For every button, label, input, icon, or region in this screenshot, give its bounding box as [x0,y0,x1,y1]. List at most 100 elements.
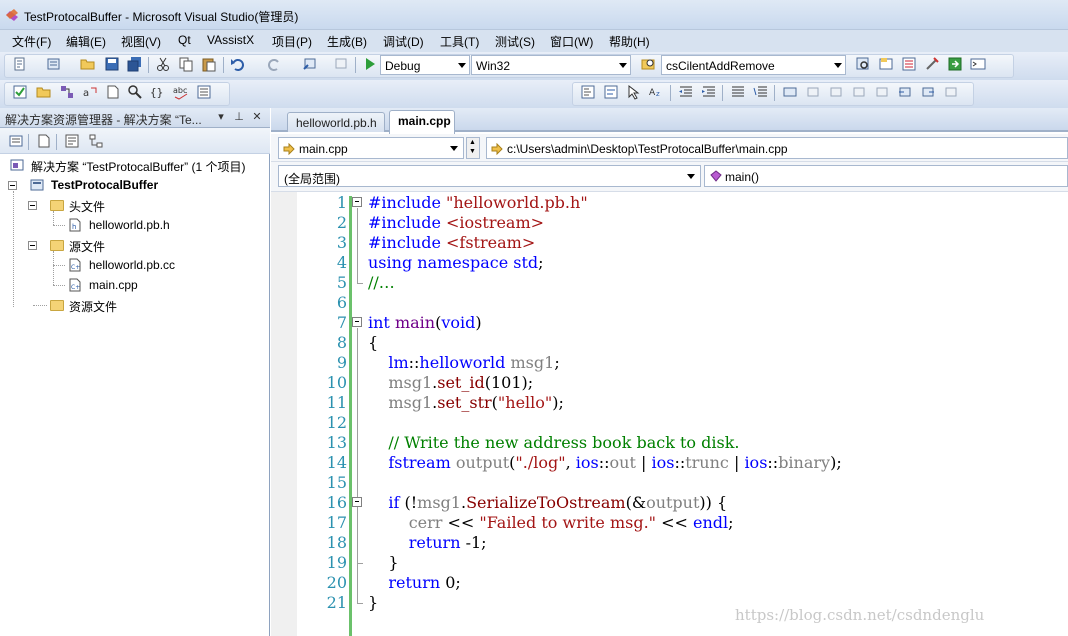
menu-view[interactable]: 视图(V) [121,33,161,50]
tree-source-folder[interactable]: 源文件 [24,236,268,254]
chevron-down-icon[interactable] [447,138,461,158]
start-debugging-icon[interactable] [362,56,378,72]
tree-file-helloworld-pb-cc[interactable]: C+ helloworld.pb.cc [68,256,268,274]
open-file-in-solution-icon[interactable] [105,84,121,100]
list-members-icon[interactable] [196,84,212,100]
find-in-files-icon[interactable] [640,56,656,72]
start-page-icon[interactable] [947,56,963,72]
menu-build[interactable]: 生成(B) [327,33,367,50]
code-area[interactable]: 1 #include "helloworld.pb.h" 2 #include <i… [271,192,1068,636]
decrease-indent-icon[interactable] [678,84,694,100]
chevron-down-icon[interactable] [616,56,630,74]
tree-file-helloworld-pb-h[interactable]: h helloworld.pb.h [68,216,268,234]
copy-icon[interactable] [178,56,194,72]
menu-vassistx[interactable]: VAssistX [207,33,254,47]
menu-help[interactable]: 帮助(H) [609,33,650,50]
spin-down-icon[interactable]: ▼ [469,148,476,155]
menu-qt[interactable]: Qt [178,33,191,47]
class-view-icon[interactable] [59,84,75,100]
navigate-back-icon[interactable] [302,56,318,72]
show-all-files-icon[interactable] [36,133,52,149]
collapse-toggle-icon[interactable] [8,181,17,190]
spell-check-icon[interactable]: abc [173,84,189,100]
open-file-icon[interactable] [80,56,96,72]
quick-info-icon[interactable] [626,84,642,100]
navigate-forward-icon[interactable] [334,56,350,72]
save-all-icon[interactable] [127,56,143,72]
spin-up-icon[interactable]: ▲ [469,139,476,146]
pin-icon[interactable]: ⊥ [232,110,246,124]
scope-combo[interactable]: (全局范围) [278,165,701,187]
find-icon[interactable] [855,56,871,72]
scope-value: (全局范围) [284,172,340,186]
add-item-icon[interactable] [46,56,62,72]
close-icon[interactable]: ✕ [250,110,264,124]
tree-resource-folder[interactable]: 资源文件 [48,296,268,314]
member-combo[interactable]: main() [704,165,1068,187]
cut-icon[interactable] [155,56,171,72]
next-bookmark-in-folder-icon[interactable] [874,84,890,100]
properties-icon[interactable] [8,133,24,149]
menu-project[interactable]: 项目(P) [272,33,312,50]
braces-icon[interactable]: {} [150,84,166,100]
find-symbol-icon[interactable] [127,84,143,100]
parameter-info-icon[interactable] [603,84,619,100]
toolbar-separator [56,134,57,150]
comment-lines-icon[interactable] [730,84,746,100]
save-icon[interactable] [104,56,120,72]
paste-icon[interactable] [201,56,217,72]
tree-project-node[interactable]: TestProtocalBuffer [4,176,268,194]
menu-test[interactable]: 测试(S) [495,33,535,50]
chevron-down-icon[interactable] [684,166,698,186]
increase-indent-icon[interactable] [701,84,717,100]
display-object-member-list-icon[interactable] [580,84,596,100]
previous-bookmark-in-folder-icon[interactable] [851,84,867,100]
solution-configuration-combo[interactable]: Debug [380,55,470,75]
toolbox-icon[interactable] [924,56,940,72]
redo-icon[interactable] [266,56,282,72]
toggle-bookmark-icon[interactable] [782,84,798,100]
menu-window[interactable]: 窗口(W) [550,33,593,50]
command-window-icon[interactable] [970,56,986,72]
collapse-toggle-icon[interactable] [28,201,37,210]
collapse-toggle-icon[interactable] [28,241,37,250]
open-file-combo[interactable]: main.cpp [278,137,464,159]
previous-bookmark-in-document-icon[interactable] [897,84,913,100]
chevron-down-icon[interactable] [831,56,845,74]
line-number: 15 [326,473,347,492]
properties-icon[interactable] [901,56,917,72]
tab-helloworld-pb-h[interactable]: helloworld.pb.h [287,112,385,132]
previous-bookmark-icon[interactable] [805,84,821,100]
tree-header-folder[interactable]: 头文件 [24,196,268,214]
menu-file[interactable]: 文件(F) [12,33,51,50]
line-number: 8 [336,333,347,352]
configuration-value: Debug [385,59,421,73]
view-code-icon[interactable] [64,133,80,149]
clear-bookmarks-icon[interactable] [943,84,959,100]
menu-tools[interactable]: 工具(T) [440,33,479,50]
next-bookmark-icon[interactable] [828,84,844,100]
checklist-icon[interactable] [12,84,28,100]
solution-explorer-icon[interactable] [878,56,894,72]
window-position-chevron-icon[interactable]: ▾ [214,110,228,124]
menu-debug[interactable]: 调试(D) [383,33,424,50]
undo-icon[interactable] [230,56,246,72]
menu-edit[interactable]: 编辑(E) [66,33,106,50]
open-folder-icon[interactable] [36,84,52,100]
new-project-icon[interactable] [12,56,28,72]
find-combo[interactable]: csCilentAddRemove [661,55,846,75]
next-bookmark-in-document-icon[interactable] [920,84,936,100]
go-to-icon[interactable]: a [82,84,98,100]
tab-main-cpp[interactable]: main.cpp [389,110,455,134]
tree-solution-node[interactable]: 解决方案 “TestProtocalBuffer” (1 个项目) [10,156,268,174]
uncomment-lines-icon[interactable] [753,84,769,100]
complete-word-icon[interactable]: Az [649,84,665,100]
view-class-diagram-icon[interactable] [88,133,104,149]
tree-connector [53,251,54,285]
tree-file-main-cpp[interactable]: C+ main.cpp [68,276,268,294]
solution-platform-combo[interactable]: Win32 [471,55,631,75]
scroll-spinner[interactable]: ▲ ▼ [466,137,480,159]
file-path-combo[interactable]: c:\Users\admin\Desktop\TestProtocalBuffe… [486,137,1068,159]
chevron-down-icon[interactable] [455,56,469,74]
line-number: 6 [336,293,347,312]
